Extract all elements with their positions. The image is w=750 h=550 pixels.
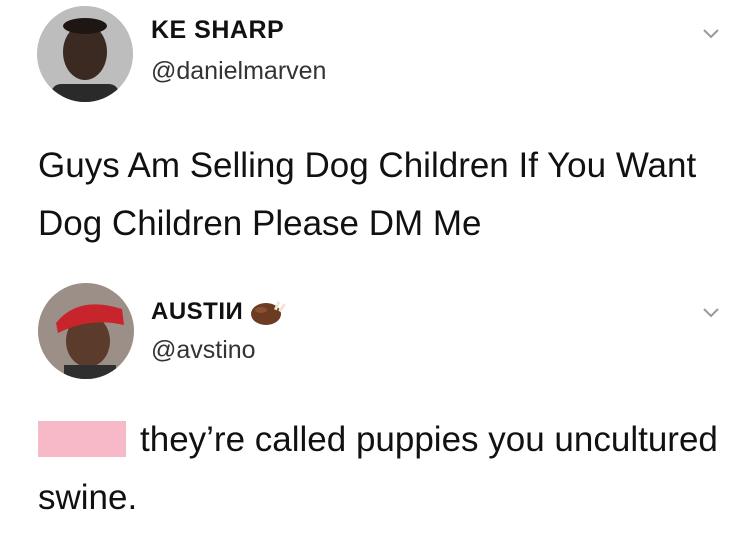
- user-handle[interactable]: @avstino: [151, 336, 256, 365]
- avatar-image: [37, 6, 133, 102]
- display-name[interactable]: KE SHARP: [151, 16, 284, 45]
- avatar-image: [38, 283, 134, 379]
- tweet-text: Guys Am Selling Dog Children If You Want…: [38, 146, 697, 243]
- chevron-down-icon[interactable]: [702, 307, 720, 319]
- chevron-down-icon[interactable]: [702, 28, 720, 40]
- redaction-block: [38, 421, 126, 457]
- avatar[interactable]: [37, 6, 133, 102]
- tweet: KE SHARP @danielmarven Guys Am Selling D…: [0, 0, 750, 270]
- roasted-turkey-icon: [251, 300, 286, 325]
- tweet-text: they’re called puppies you uncultured sw…: [38, 411, 728, 527]
- tweet-text-body: they’re called puppies you uncultured sw…: [38, 420, 718, 517]
- display-name[interactable]: AUSTIИ: [151, 298, 243, 326]
- user-handle[interactable]: @danielmarven: [151, 57, 326, 86]
- avatar[interactable]: [38, 283, 134, 379]
- tweet: AUSTIИ @avstino they’re called puppies y…: [0, 275, 750, 550]
